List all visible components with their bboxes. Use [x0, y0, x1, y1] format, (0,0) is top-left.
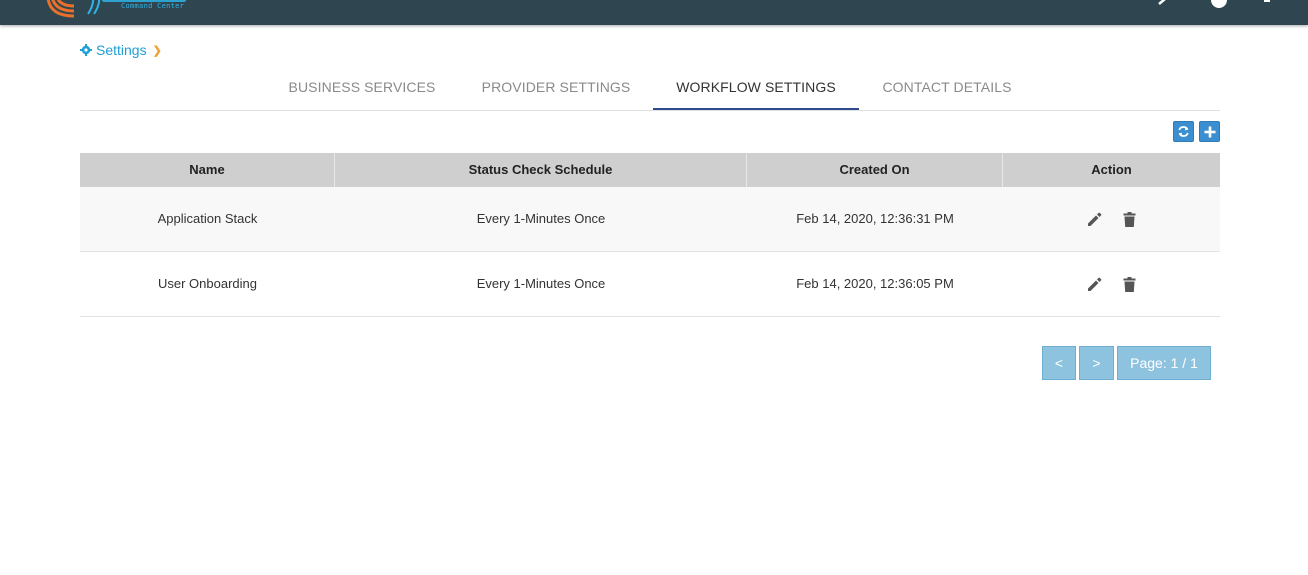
workflow-created-on: Feb 14, 2020, 12:36:05 PM — [796, 276, 954, 291]
chevron-icon[interactable] — [1156, 0, 1170, 6]
refresh-button[interactable] — [1173, 121, 1194, 142]
delete-icon[interactable] — [1121, 211, 1138, 228]
refresh-icon — [1178, 126, 1189, 137]
workflow-actions — [1003, 252, 1220, 316]
settings-tabs: BUSINESS SERVICES PROVIDER SETTINGS WORK… — [80, 70, 1220, 111]
user-profile-icon[interactable] — [1208, 0, 1230, 14]
tab-business-services[interactable]: BUSINESS SERVICES — [266, 70, 458, 110]
workflow-name: User Onboarding — [158, 276, 257, 291]
top-navbar: Command Center — [0, 0, 1308, 25]
logo-mark-icon — [46, 0, 101, 18]
tab-provider-settings[interactable]: PROVIDER SETTINGS — [460, 70, 652, 110]
plus-icon — [1204, 126, 1215, 137]
page-indicator: Page: 1 / 1 — [1117, 346, 1211, 380]
column-header-created-on[interactable]: Created On — [747, 153, 1003, 187]
table-header: Name Status Check Schedule Created On Ac… — [80, 153, 1220, 187]
breadcrumb-settings-link[interactable]: Settings — [96, 42, 147, 58]
tab-workflow-settings[interactable]: WORKFLOW SETTINGS — [653, 70, 859, 110]
workflow-name: Application Stack — [157, 211, 258, 226]
workflow-table: Name Status Check Schedule Created On Ac… — [80, 153, 1220, 317]
table-row: User Onboarding Every 1-Minutes Once Feb… — [80, 252, 1220, 317]
next-page-button[interactable]: > — [1079, 346, 1114, 380]
table-row: Application Stack Every 1-Minutes Once F… — [80, 187, 1220, 252]
column-header-schedule[interactable]: Status Check Schedule — [335, 153, 747, 187]
workflow-schedule: Every 1-Minutes Once — [476, 211, 606, 226]
edit-icon[interactable] — [1086, 211, 1103, 228]
breadcrumb: Settings ❯ — [80, 42, 162, 58]
edit-icon[interactable] — [1086, 276, 1103, 293]
delete-icon[interactable] — [1121, 276, 1138, 293]
gear-icon — [80, 44, 92, 56]
column-header-action: Action — [1091, 162, 1132, 177]
tab-contact-details[interactable]: CONTACT DETAILS — [860, 70, 1034, 110]
add-workflow-button[interactable] — [1199, 121, 1220, 142]
workflow-schedule: Every 1-Minutes Once — [476, 276, 606, 291]
notification-icon[interactable] — [1260, 0, 1274, 6]
prev-page-button[interactable]: < — [1042, 346, 1076, 380]
column-header-name[interactable]: Name — [80, 153, 335, 187]
workflow-created-on: Feb 14, 2020, 12:36:31 PM — [796, 211, 954, 226]
workflow-actions — [1003, 187, 1220, 251]
breadcrumb-separator: ❯ — [152, 44, 162, 57]
logo-subtitle: Command Center — [121, 2, 185, 10]
